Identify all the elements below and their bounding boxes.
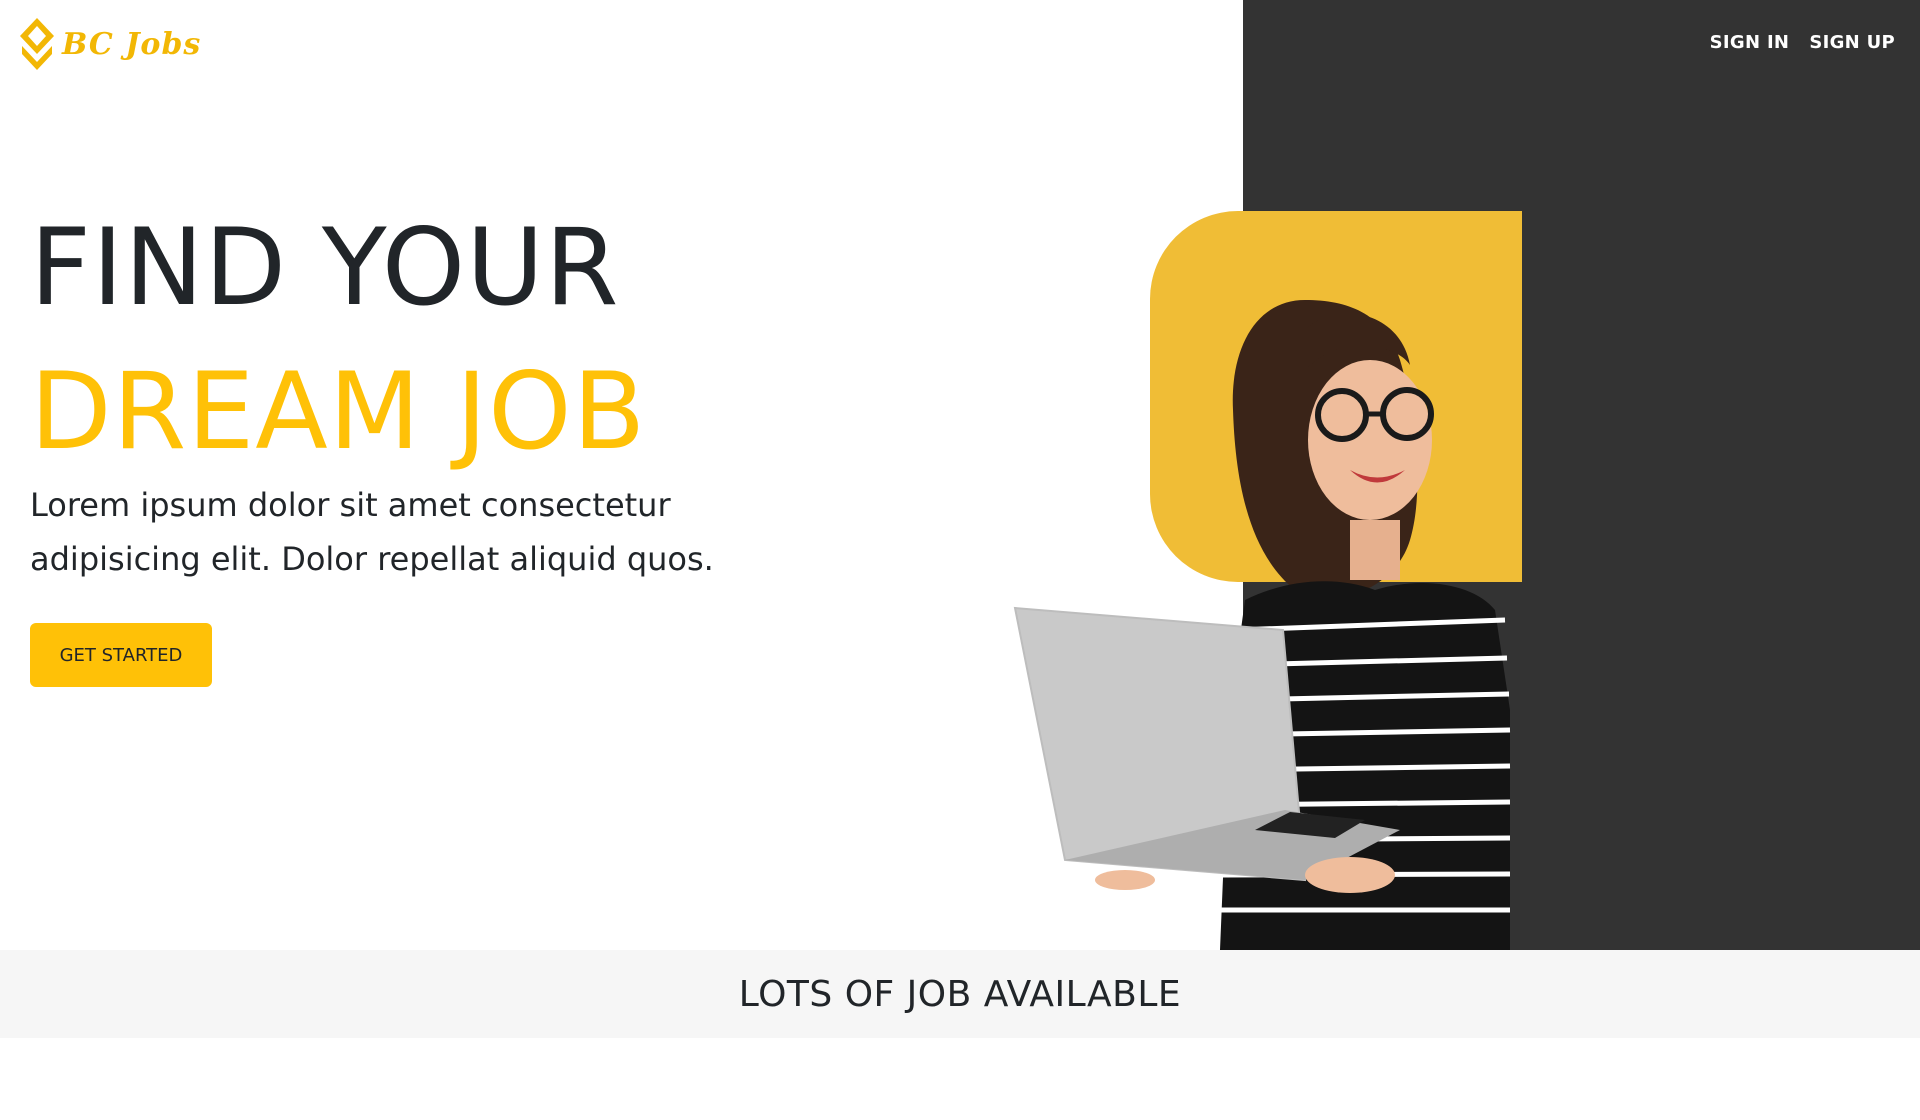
hero-person-image <box>1013 300 1511 950</box>
hero-title: FIND YOUR DREAM JOB <box>30 196 646 484</box>
diamond-pin-icon <box>20 18 54 70</box>
top-nav: SIGN IN SIGN UP <box>1710 32 1895 53</box>
sign-up-link[interactable]: SIGN UP <box>1809 32 1895 53</box>
hero-title-line1: FIND YOUR <box>30 206 620 329</box>
get-started-button[interactable]: GET STARTED <box>30 623 212 687</box>
jobs-section-band: LOTS OF JOB AVAILABLE <box>0 950 1920 1038</box>
sign-in-link[interactable]: SIGN IN <box>1710 32 1790 53</box>
hero-description: Lorem ipsum dolor sit amet consectetur a… <box>30 486 714 578</box>
hero-title-line2: DREAM JOB <box>30 350 647 473</box>
jobs-section-title: LOTS OF JOB AVAILABLE <box>738 973 1182 1015</box>
brand-logo[interactable]: BC Jobs <box>18 16 201 72</box>
brand-name: BC Jobs <box>62 26 202 62</box>
